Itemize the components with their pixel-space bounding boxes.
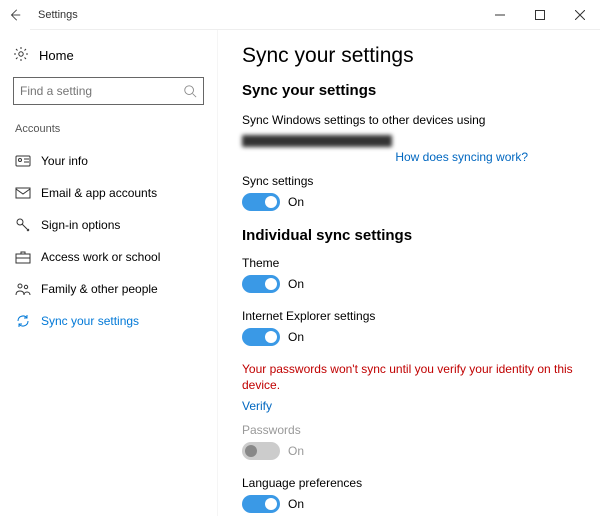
sidebar-item-label: Sign-in options [41,218,120,232]
toggle-label: Passwords [242,423,576,437]
sidebar-item-signin[interactable]: Sign-in options [5,209,212,241]
toggle-sync-settings[interactable] [242,193,280,211]
toggle-group-theme: Theme On [242,256,576,293]
arrow-left-icon [8,8,22,22]
section-heading: Individual sync settings [242,227,576,244]
link-verify[interactable]: Verify [242,399,272,413]
toggle-ie[interactable] [242,328,280,346]
sidebar-item-your-info[interactable]: Your info [5,145,212,177]
section-heading: Sync your settings [242,82,576,99]
search-box[interactable] [13,77,204,105]
mail-icon [15,185,31,201]
toggle-theme[interactable] [242,275,280,293]
briefcase-icon [15,249,31,265]
back-button[interactable] [0,0,30,30]
sidebar-item-email[interactable]: Email & app accounts [5,177,212,209]
toggle-state: On [288,277,304,291]
maximize-icon [535,10,545,20]
minimize-button[interactable] [480,0,520,30]
toggle-group-ie: Internet Explorer settings On [242,309,576,346]
toggle-state: On [288,330,304,344]
title-bar: Settings [0,0,600,30]
sidebar-item-label: Email & app accounts [41,186,157,200]
toggle-group-language: Language preferences On [242,476,576,513]
close-icon [575,10,585,20]
window-controls [480,0,600,30]
toggle-group-sync: Sync settings On [242,174,576,211]
toggle-state: On [288,497,304,511]
password-warning: Your passwords won't sync until you veri… [242,362,576,393]
home-nav[interactable]: Home [5,40,212,71]
person-card-icon [15,153,31,169]
sidebar-item-label: Access work or school [41,250,160,264]
toggle-label: Theme [242,256,576,270]
search-icon [183,84,197,98]
minimize-icon [495,10,505,20]
sidebar-item-work-school[interactable]: Access work or school [5,241,212,273]
maximize-button[interactable] [520,0,560,30]
intro-text: Sync Windows settings to other devices u… [242,113,576,127]
key-icon [15,217,31,233]
toggle-passwords [242,442,280,460]
window-title: Settings [38,9,78,21]
toggle-state: On [288,444,304,458]
toggle-label: Language preferences [242,476,576,490]
page-title: Sync your settings [242,44,576,68]
toggle-language[interactable] [242,495,280,513]
sidebar-item-label: Your info [41,154,88,168]
redacted-account [242,135,392,147]
gear-icon [13,46,29,65]
sidebar-item-label: Family & other people [41,282,158,296]
sidebar-category: Accounts [5,119,212,139]
people-icon [15,281,31,297]
sidebar-item-family[interactable]: Family & other people [5,273,212,305]
sync-icon [15,313,31,329]
close-button[interactable] [560,0,600,30]
content-area: Sync your settings Sync your settings Sy… [218,30,600,516]
toggle-label: Internet Explorer settings [242,309,576,323]
sidebar-item-label: Sync your settings [41,314,139,328]
sidebar-item-sync[interactable]: Sync your settings [5,305,212,337]
toggle-state: On [288,195,304,209]
toggle-label: Sync settings [242,174,576,188]
search-input[interactable] [20,84,183,98]
home-label: Home [39,48,74,63]
sidebar: Home Accounts Your info Email & app acco… [0,30,218,516]
toggle-group-passwords: Passwords On [242,423,576,460]
link-how-syncing-works[interactable]: How does syncing work? [395,150,528,164]
